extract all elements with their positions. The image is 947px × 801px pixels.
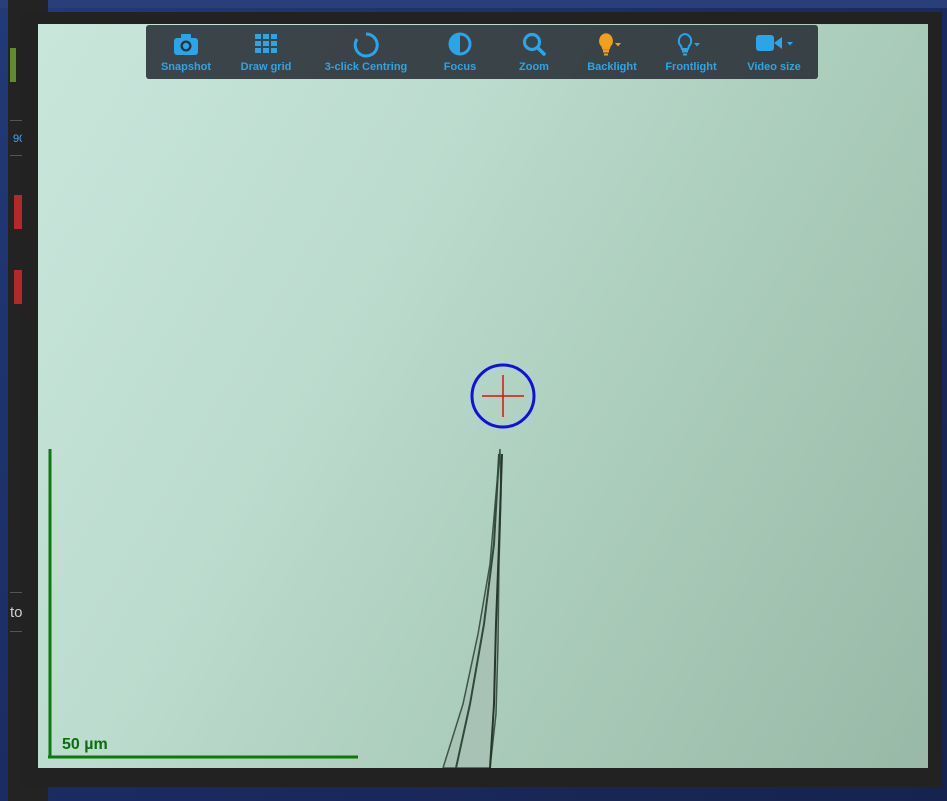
video-size-button[interactable]: Video size — [738, 25, 810, 79]
focus-button[interactable]: Focus — [430, 25, 490, 79]
video-camera-dropdown-icon — [756, 35, 793, 51]
video-feed[interactable] — [38, 24, 928, 768]
zoom-label: Zoom — [519, 61, 549, 73]
grid-icon — [255, 34, 277, 53]
snapshot-label: Snapshot — [160, 61, 212, 73]
draw-grid-button[interactable]: Draw grid — [230, 25, 302, 79]
backlight-label: Backlight — [587, 61, 637, 73]
lightbulb-dropdown-icon — [677, 32, 700, 56]
video-overlay — [48, 363, 536, 768]
camera-icon — [174, 34, 198, 55]
circle-arrow-icon — [353, 32, 379, 58]
video-size-label: Video size — [747, 61, 801, 73]
three-click-centring-label: 3-click Centring — [324, 61, 408, 73]
frontlight-button[interactable]: Frontlight — [656, 25, 726, 79]
search-icon — [522, 32, 546, 56]
backlight-button[interactable]: Backlight — [578, 25, 646, 79]
frontlight-label: Frontlight — [665, 61, 717, 73]
focus-label: Focus — [443, 61, 477, 73]
contrast-icon — [448, 32, 472, 56]
top-strip — [0, 0, 947, 8]
lightbulb-dropdown-icon — [599, 33, 621, 56]
green-tab[interactable] — [10, 48, 16, 82]
video-toolbar: Snapshot Draw grid 3-click Centring Focu… — [146, 25, 818, 79]
three-click-centring-button[interactable]: 3-click Centring — [312, 25, 420, 79]
zoom-button[interactable]: Zoom — [506, 25, 562, 79]
draw-grid-label: Draw grid — [240, 61, 292, 73]
snapshot-button[interactable]: Snapshot — [152, 25, 220, 79]
scale-bar-label: 50 µm — [62, 736, 108, 753]
